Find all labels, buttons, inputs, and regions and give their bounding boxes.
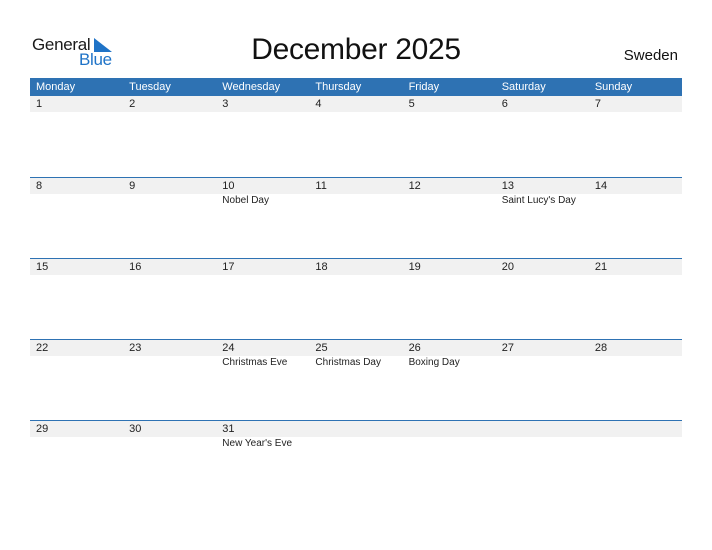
holiday-label: Saint Lucy's Day bbox=[501, 195, 576, 206]
day-cell: 11 bbox=[309, 178, 402, 208]
weekday-tuesday: Tuesday bbox=[129, 81, 171, 93]
day-cell: 4 bbox=[309, 96, 402, 112]
week-cells: 1 2 3 4 5 6 7 bbox=[30, 96, 682, 112]
day-number: 12 bbox=[408, 180, 421, 192]
day-number: 15 bbox=[36, 261, 49, 273]
day-number: 13 bbox=[501, 180, 514, 192]
day-number: 16 bbox=[129, 261, 142, 273]
day-cell: 31 New Year's Eve bbox=[216, 421, 309, 451]
weekday-saturday: Saturday bbox=[501, 81, 546, 93]
weekday-thursday: Thursday bbox=[315, 81, 362, 93]
day-number: 23 bbox=[129, 342, 142, 354]
holiday-label: New Year's Eve bbox=[222, 438, 293, 449]
day-cell: 3 bbox=[216, 96, 309, 112]
day-number: 28 bbox=[594, 342, 608, 354]
day-number: 22 bbox=[36, 342, 49, 354]
day-cell: 27 bbox=[496, 340, 589, 370]
day-cell: 13 Saint Lucy's Day bbox=[496, 178, 589, 208]
holiday-label: Christmas Eve bbox=[222, 357, 288, 368]
calendar: Monday Tuesday Wednesday Thursday Friday… bbox=[30, 78, 682, 501]
day-number: 11 bbox=[315, 180, 327, 192]
page-title: December 2025 bbox=[251, 33, 461, 66]
day-number: 19 bbox=[408, 261, 421, 273]
weekday-header: Monday Tuesday Wednesday Thursday Friday… bbox=[30, 78, 682, 96]
day-number: 27 bbox=[501, 342, 514, 354]
day-cell: 5 bbox=[403, 96, 496, 112]
day-cell: 21 bbox=[589, 259, 682, 275]
week-row: 29 30 31 New Year's Eve bbox=[30, 420, 682, 501]
day-cell: 8 bbox=[30, 178, 123, 208]
day-cell bbox=[589, 421, 682, 451]
day-cell: 17 bbox=[216, 259, 309, 275]
weekday-sunday: Sunday bbox=[594, 81, 633, 93]
weeks-container: 1 2 3 4 5 6 7 8 9 10 Nobel Day 11 12 13 Saint Lucy's D… bbox=[30, 96, 682, 501]
weekday-monday: Monday bbox=[36, 81, 76, 93]
day-cell: 18 bbox=[309, 259, 402, 275]
day-number bbox=[502, 421, 589, 437]
weekday-friday: Friday bbox=[408, 81, 440, 93]
day-number: 10 bbox=[222, 180, 235, 192]
day-number: 18 bbox=[315, 261, 328, 273]
day-number: 5 bbox=[408, 98, 415, 110]
day-number: 30 bbox=[129, 423, 142, 435]
day-cell: 10 Nobel Day bbox=[216, 178, 309, 208]
day-cell: 7 bbox=[589, 96, 682, 112]
day-number bbox=[409, 421, 496, 437]
week-row: 8 9 10 Nobel Day 11 12 13 Saint Lucy's Day 14 bbox=[30, 177, 682, 258]
day-cell: 19 bbox=[403, 259, 496, 275]
week-cells: 29 30 31 New Year's Eve bbox=[30, 421, 682, 451]
day-cell bbox=[309, 421, 402, 451]
day-cell bbox=[403, 421, 496, 451]
day-cell: 20 bbox=[496, 259, 589, 275]
day-number: 1 bbox=[36, 98, 43, 110]
day-cell: 2 bbox=[123, 96, 216, 112]
day-cell: 12 bbox=[403, 178, 496, 208]
day-cell: 16 bbox=[123, 259, 216, 275]
day-cell: 22 bbox=[30, 340, 123, 370]
holiday-label: Nobel Day bbox=[222, 195, 269, 206]
week-cells: 15 16 17 18 19 20 21 bbox=[30, 259, 682, 275]
day-number: 2 bbox=[129, 98, 136, 110]
day-number: 17 bbox=[222, 261, 235, 273]
day-number: 26 bbox=[408, 342, 421, 354]
day-number: 24 bbox=[222, 342, 235, 354]
day-number: 8 bbox=[36, 180, 43, 192]
day-cell: 14 bbox=[589, 178, 682, 208]
day-number: 7 bbox=[594, 98, 601, 110]
day-cell: 26 Boxing Day bbox=[403, 340, 496, 370]
week-row: 1 2 3 4 5 6 7 bbox=[30, 96, 682, 177]
day-cell: 9 bbox=[123, 178, 216, 208]
week-row: 22 23 24 Christmas Eve 25 Christmas Day 26 Boxi… bbox=[30, 339, 682, 420]
country-label: Sweden bbox=[623, 47, 678, 64]
day-cell: 29 bbox=[30, 421, 123, 451]
day-number: 20 bbox=[501, 261, 514, 273]
holiday-label: Christmas Day bbox=[315, 357, 381, 368]
day-cell bbox=[496, 421, 589, 451]
week-cells: 8 9 10 Nobel Day 11 12 13 Saint Lucy's Day 14 bbox=[30, 178, 682, 208]
holiday-label: Boxing Day bbox=[408, 357, 460, 368]
week-cells: 22 23 24 Christmas Eve 25 Christmas Day 26 Boxi… bbox=[30, 340, 682, 370]
week-row: 15 16 17 18 19 20 21 bbox=[30, 258, 682, 339]
day-cell: 6 bbox=[496, 96, 589, 112]
day-number: 29 bbox=[36, 423, 49, 435]
day-number: 9 bbox=[129, 180, 136, 192]
day-cell: 15 bbox=[30, 259, 123, 275]
day-cell: 30 bbox=[123, 421, 216, 451]
day-number: 25 bbox=[315, 342, 328, 354]
day-number bbox=[315, 421, 402, 437]
day-number: 14 bbox=[594, 180, 608, 192]
weekday-wednesday: Wednesday bbox=[222, 81, 281, 93]
day-number: 3 bbox=[222, 98, 229, 110]
day-cell: 1 bbox=[30, 96, 123, 112]
day-number: 21 bbox=[594, 261, 608, 273]
day-number: 31 bbox=[222, 423, 235, 435]
day-cell: 25 Christmas Day bbox=[309, 340, 402, 370]
day-cell: 28 bbox=[589, 340, 682, 370]
day-number: 6 bbox=[501, 98, 508, 110]
day-number: 4 bbox=[315, 98, 322, 110]
day-number bbox=[595, 421, 682, 437]
day-cell: 23 bbox=[123, 340, 216, 370]
day-cell: 24 Christmas Eve bbox=[216, 340, 309, 370]
